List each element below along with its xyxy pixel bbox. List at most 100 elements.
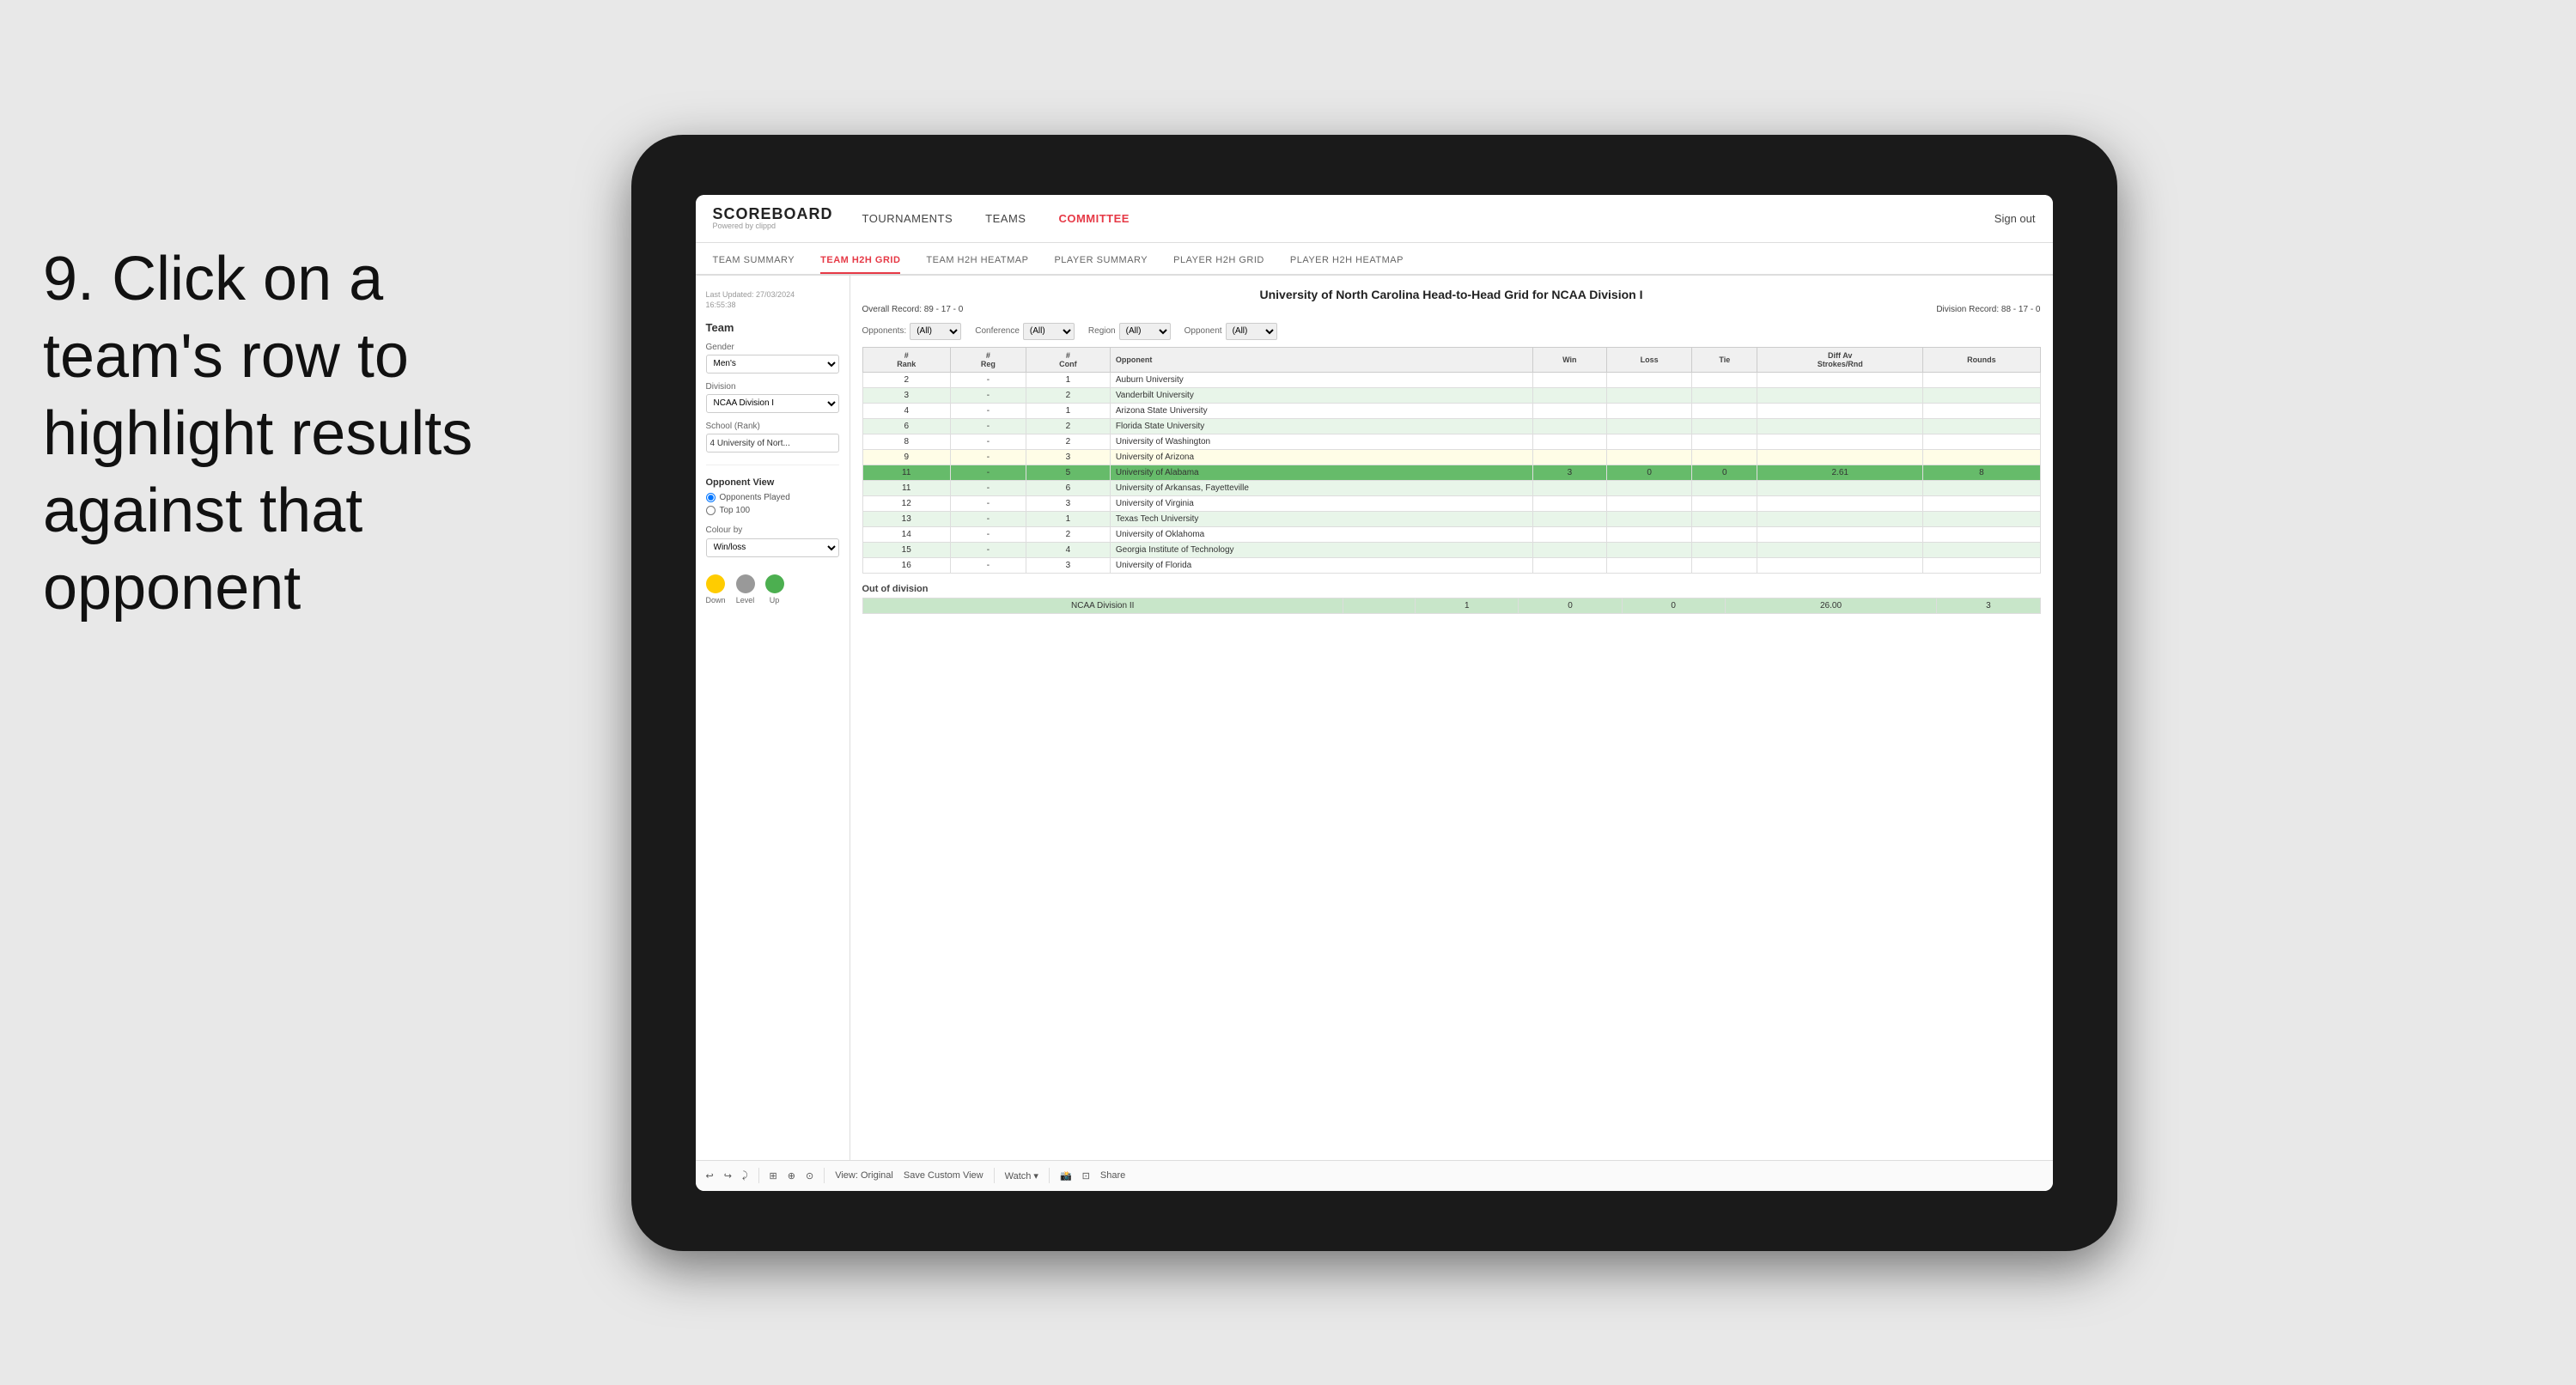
tab-team-h2h-grid[interactable]: TEAM H2H GRID — [820, 255, 900, 274]
opponent-filter: Opponent (All) — [1184, 323, 1277, 340]
cell-diff — [1757, 387, 1923, 403]
table-row[interactable]: 14-2University of Oklahoma — [862, 526, 2040, 542]
table-row[interactable]: 3-2Vanderbilt University — [862, 387, 2040, 403]
toolbar-save-custom[interactable]: Save Custom View — [904, 1170, 984, 1181]
cell-loss — [1606, 480, 1692, 495]
gender-select[interactable]: Men's — [706, 355, 839, 374]
cell-win — [1532, 511, 1606, 526]
cell-reg: - — [950, 511, 1026, 526]
legend-up: Up — [765, 574, 784, 604]
toolbar-camera[interactable]: 📸 — [1060, 1170, 1072, 1182]
cell-tie — [1692, 387, 1757, 403]
division-select[interactable]: NCAA Division I — [706, 394, 839, 413]
cell-loss — [1606, 557, 1692, 573]
cell-diff — [1757, 526, 1923, 542]
table-row[interactable]: 4-1Arizona State University — [862, 403, 2040, 418]
table-row[interactable]: 6-2Florida State University — [862, 418, 2040, 434]
tab-player-h2h-grid[interactable]: PLAYER H2H GRID — [1173, 255, 1264, 274]
toolbar-add[interactable]: ⊕ — [788, 1170, 795, 1182]
cell-reg: - — [950, 372, 1026, 387]
cell-tie — [1692, 372, 1757, 387]
radio-top100-input[interactable] — [706, 506, 716, 515]
cell-rounds — [1923, 542, 2040, 557]
toolbar-share[interactable]: Share — [1100, 1170, 1125, 1181]
toolbar-undo[interactable]: ↩ — [706, 1170, 714, 1182]
cell-win — [1532, 372, 1606, 387]
division-record: Division Record: 88 - 17 - 0 — [1936, 305, 2040, 314]
cell-win: 3 — [1532, 465, 1606, 480]
cell-rank: 12 — [862, 495, 950, 511]
region-filter-select[interactable]: (All) — [1119, 323, 1171, 340]
opponent-filter-select[interactable]: (All) — [1226, 323, 1277, 340]
table-row[interactable]: 12-3University of Virginia — [862, 495, 2040, 511]
table-row[interactable]: 8-2University of Washington — [862, 434, 2040, 449]
table-row[interactable]: 11-5University of Alabama3002.618 — [862, 465, 2040, 480]
toolbar-grid-minus[interactable]: ⊞ — [770, 1170, 777, 1182]
cell-diff: 2.61 — [1757, 465, 1923, 480]
cell-tie: 0 — [1692, 465, 1757, 480]
legend-level-label: Level — [736, 596, 755, 604]
table-row[interactable]: 11-6University of Arkansas, Fayetteville — [862, 480, 2040, 495]
toolbar-watch[interactable]: Watch ▾ — [1005, 1170, 1038, 1182]
toolbar-view-original[interactable]: View: Original — [835, 1170, 893, 1181]
legend-down: Down — [706, 574, 726, 604]
table-row[interactable]: 15-4Georgia Institute of Technology — [862, 542, 2040, 557]
cell-loss — [1606, 434, 1692, 449]
table-row[interactable]: 13-1Texas Tech University — [862, 511, 2040, 526]
legend-row: Down Level Up — [706, 574, 839, 604]
toolbar-divider-1 — [758, 1168, 759, 1183]
col-rank: #Rank — [862, 347, 950, 372]
cell-tie — [1692, 542, 1757, 557]
timestamp-time: 16:55:38 — [706, 300, 839, 311]
table-row[interactable]: 2-1Auburn University — [862, 372, 2040, 387]
conference-filter-select[interactable]: (All) — [1023, 323, 1075, 340]
out-of-division-row[interactable]: NCAA Division II 1 0 0 26.00 3 — [862, 598, 2040, 613]
cell-rank: 13 — [862, 511, 950, 526]
cell-diff — [1757, 418, 1923, 434]
radio-opponents-played-input[interactable] — [706, 493, 716, 502]
division-field-label: Division — [706, 382, 839, 392]
radio-opponents-played[interactable]: Opponents Played — [706, 493, 839, 502]
gender-field-label: Gender — [706, 343, 839, 352]
toolbar-redo[interactable]: ↪ — [724, 1170, 732, 1182]
opponents-filter-select[interactable]: (All) — [910, 323, 961, 340]
ood-division: NCAA Division II — [862, 598, 1343, 613]
cell-loss — [1606, 387, 1692, 403]
table-row[interactable]: 9-3University of Arizona — [862, 449, 2040, 465]
cell-tie — [1692, 526, 1757, 542]
cell-opponent: Florida State University — [1110, 418, 1532, 434]
table-row[interactable]: 16-3University of Florida — [862, 557, 2040, 573]
cell-loss — [1606, 526, 1692, 542]
radio-top100[interactable]: Top 100 — [706, 506, 839, 515]
cell-conf: 2 — [1026, 387, 1110, 403]
cell-opponent: University of Oklahoma — [1110, 526, 1532, 542]
nav-committee[interactable]: COMMITTEE — [1055, 212, 1133, 225]
toolbar-clock[interactable]: ⊙ — [806, 1170, 813, 1182]
toolbar-grid[interactable]: ⊡ — [1082, 1170, 1090, 1182]
cell-conf: 2 — [1026, 526, 1110, 542]
cell-tie — [1692, 480, 1757, 495]
toolbar-divider-2 — [824, 1168, 825, 1183]
tab-team-h2h-heatmap[interactable]: TEAM H2H HEATMAP — [926, 255, 1028, 274]
opponents-filter: Opponents: (All) — [862, 323, 962, 340]
cell-loss — [1606, 511, 1692, 526]
col-rounds: Rounds — [1923, 347, 2040, 372]
sign-out-link[interactable]: Sign out — [1994, 212, 2036, 225]
tab-team-summary[interactable]: TEAM SUMMARY — [713, 255, 795, 274]
tab-player-summary[interactable]: PLAYER SUMMARY — [1054, 255, 1148, 274]
tab-player-h2h-heatmap[interactable]: PLAYER H2H HEATMAP — [1290, 255, 1404, 274]
cell-win — [1532, 387, 1606, 403]
radio-opponents-played-label: Opponents Played — [720, 493, 790, 502]
cell-opponent: University of Washington — [1110, 434, 1532, 449]
cell-rounds — [1923, 372, 2040, 387]
h2h-table: #Rank #Reg #Conf Opponent Win Loss Tie D… — [862, 347, 2041, 574]
filters-row: Opponents: (All) Conference (All) — [862, 323, 2041, 340]
cell-reg: - — [950, 557, 1026, 573]
nav-tournaments[interactable]: TOURNAMENTS — [859, 212, 957, 225]
cell-conf: 3 — [1026, 449, 1110, 465]
toolbar-refresh[interactable]: ⤸ — [742, 1170, 748, 1182]
legend-level: Level — [736, 574, 755, 604]
nav-teams[interactable]: TEAMS — [982, 212, 1029, 225]
colour-by-select[interactable]: Win/loss — [706, 538, 839, 557]
cell-diff — [1757, 434, 1923, 449]
